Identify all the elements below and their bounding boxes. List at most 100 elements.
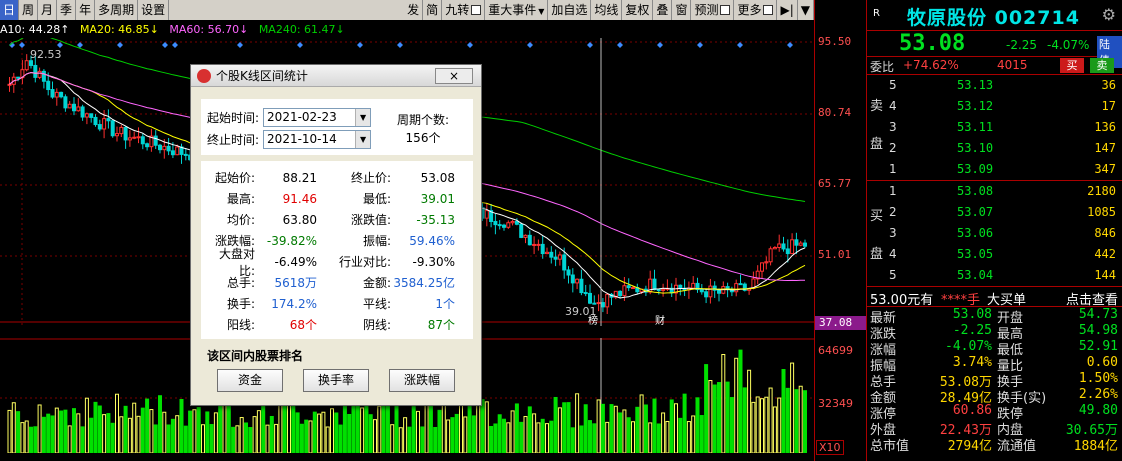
event-marker-icon[interactable] xyxy=(617,42,623,48)
settings-tab[interactable]: 设置 xyxy=(138,0,170,20)
rank-by-funds-button[interactable]: 资金 xyxy=(217,369,283,392)
candle-body xyxy=(493,220,498,226)
volume-bar xyxy=(669,399,674,453)
volume-bar xyxy=(613,405,618,453)
volume-bar xyxy=(562,402,567,453)
candle-body xyxy=(691,282,696,289)
ask-volume: 347 xyxy=(1094,162,1116,176)
major-events-button[interactable]: 重大事件 ▼ xyxy=(485,0,549,20)
more-button[interactable]: 更多 xyxy=(734,0,778,20)
candle-body xyxy=(768,248,773,263)
rank-by-turnover-button[interactable]: 换手率 xyxy=(303,369,369,392)
event-marker-icon[interactable] xyxy=(172,42,178,48)
period-month-tab[interactable]: 月 xyxy=(38,0,58,20)
event-marker-icon[interactable] xyxy=(237,42,243,48)
chevron-down-icon[interactable]: ▼ xyxy=(355,131,371,148)
publish-button[interactable]: 发 xyxy=(404,0,424,20)
nine-turn-button[interactable]: 九转 xyxy=(442,0,486,20)
event-markers[interactable] xyxy=(9,42,793,48)
volume-bar xyxy=(97,405,102,453)
volume-bar xyxy=(153,424,158,453)
high-price-label: 92.53 xyxy=(30,48,62,61)
buy-button[interactable]: 买 xyxy=(1060,58,1084,73)
event-marker-icon[interactable] xyxy=(357,42,363,48)
period-quarter-tab[interactable]: 季 xyxy=(57,0,77,20)
bid-level-row[interactable]: 1 53.08 2180 xyxy=(867,181,1122,202)
forecast-checkbox[interactable] xyxy=(720,5,731,15)
bid-level-row[interactable]: 4 53.05 442 xyxy=(867,244,1122,265)
add-watchlist-button[interactable]: 加自选 xyxy=(548,0,592,20)
volume-bar xyxy=(721,353,726,453)
period-day-tab[interactable]: 日 xyxy=(0,0,20,20)
ask-level-row[interactable]: 3 53.11 136 xyxy=(867,117,1122,138)
stat-value: 5618万 xyxy=(274,276,317,290)
chevron-down-icon[interactable]: ▼ xyxy=(798,0,814,20)
volume-bar xyxy=(67,425,72,453)
volume-bar xyxy=(798,385,803,453)
close-icon[interactable]: × xyxy=(435,68,473,84)
event-marker-icon[interactable] xyxy=(737,42,743,48)
event-marker-icon[interactable] xyxy=(697,42,703,48)
event-marker-icon[interactable] xyxy=(467,42,473,48)
bid-level-row[interactable]: 2 53.07 1085 xyxy=(867,202,1122,223)
event-marker-icon[interactable] xyxy=(787,42,793,48)
volume-bar xyxy=(347,413,352,453)
chevron-down-icon[interactable]: ▼ xyxy=(355,109,371,126)
candle-body xyxy=(16,76,21,79)
event-marker-icon[interactable] xyxy=(162,42,168,48)
end-date-select[interactable]: 2021-10-14 ▼ xyxy=(263,130,372,149)
event-marker-icon[interactable] xyxy=(19,42,25,48)
nine-turn-checkbox[interactable] xyxy=(471,5,482,15)
volume-bar xyxy=(299,423,304,453)
period-week-tab[interactable]: 周 xyxy=(19,0,39,20)
ask-level-row[interactable]: 4 53.12 17 xyxy=(867,96,1122,117)
simple-button[interactable]: 简 xyxy=(423,0,443,20)
order-ratio-value: +74.62% xyxy=(903,58,959,72)
overlay-button[interactable]: 叠 xyxy=(653,0,673,20)
gear-icon[interactable]: ⚙ xyxy=(1102,5,1116,24)
bid-price: 53.04 xyxy=(957,268,994,282)
interval-stats-dialog[interactable]: 个股K线区间统计 × 起始时间: 2021-02-23 ▼ 终止时间: 2021… xyxy=(190,64,482,406)
event-marker-icon[interactable] xyxy=(657,42,663,48)
bid-book: 买 盘 1 53.08 2180 2 53.07 1085 3 53.06 846 4 53.05 4… xyxy=(867,181,1122,287)
volume-bar xyxy=(312,411,317,453)
price-change: -2.25 xyxy=(1006,38,1038,52)
volume-bar xyxy=(11,402,16,453)
window-button[interactable]: 窗 xyxy=(672,0,692,20)
sell-button[interactable]: 卖 xyxy=(1090,58,1114,73)
multi-period-tab[interactable]: 多周期 xyxy=(95,0,139,20)
info-value: 1884亿 xyxy=(1073,439,1118,454)
volume-bar xyxy=(209,424,214,453)
event-marker-icon[interactable] xyxy=(117,42,123,48)
rank-by-change-button[interactable]: 涨跌幅 xyxy=(389,369,455,392)
volume-bar xyxy=(63,409,68,453)
big-order-volume: ****手 xyxy=(941,293,981,308)
event-marker-icon[interactable] xyxy=(527,42,533,48)
event-marker-icon[interactable] xyxy=(297,42,303,48)
ask-level-row[interactable]: 2 53.10 147 xyxy=(867,138,1122,159)
bid-level-row[interactable]: 3 53.06 846 xyxy=(867,223,1122,244)
candle-body xyxy=(110,120,115,137)
expand-panel-icon[interactable]: ▶| xyxy=(777,0,798,20)
more-checkbox[interactable] xyxy=(763,5,774,15)
volume-bar xyxy=(790,362,795,453)
adjust-button[interactable]: 复权 xyxy=(622,0,654,20)
candle-body xyxy=(626,285,631,289)
volume-bar xyxy=(50,415,55,453)
dialog-title: 个股K线区间统计 xyxy=(216,69,308,83)
forecast-button[interactable]: 预测 xyxy=(691,0,735,20)
period-year-tab[interactable]: 年 xyxy=(76,0,96,20)
stock-name[interactable]: 牧原股份 002714 xyxy=(907,3,1080,30)
candle-body xyxy=(63,96,68,109)
candle-body xyxy=(656,289,661,292)
ma-line-button[interactable]: 均线 xyxy=(591,0,623,20)
quote-info-row: 涨幅 -4.07% 最低 52.91 xyxy=(867,339,1122,358)
event-marker-icon[interactable] xyxy=(397,42,403,48)
bid-level: 4 xyxy=(889,247,897,261)
view-big-order-link[interactable]: 点击查看 xyxy=(1066,289,1118,308)
start-date-select[interactable]: 2021-02-23 ▼ xyxy=(263,108,372,127)
ask-level-row[interactable]: 1 53.09 347 xyxy=(867,159,1122,180)
event-marker-icon[interactable] xyxy=(587,42,593,48)
bid-level-row[interactable]: 5 53.04 144 xyxy=(867,265,1122,286)
ask-level-row[interactable]: 5 53.13 36 xyxy=(867,75,1122,96)
